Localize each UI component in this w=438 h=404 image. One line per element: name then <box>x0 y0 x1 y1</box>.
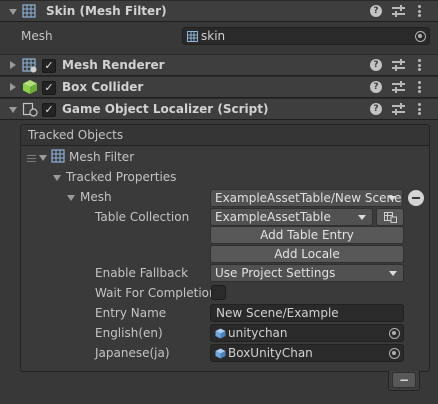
list-header: Tracked Objects <box>21 125 429 146</box>
object-picker-icon[interactable] <box>389 328 400 339</box>
mesh-object-field[interactable]: skin <box>182 27 430 45</box>
enabled-checkbox[interactable]: ✓ <box>42 59 56 73</box>
table-collection-value: ExampleAssetTable <box>215 210 331 224</box>
foldout-expanded-icon[interactable] <box>39 155 47 161</box>
drag-handle-icon[interactable] <box>27 155 36 162</box>
object-picker-icon[interactable] <box>415 31 426 42</box>
component-title: Game Object Localizer (Script) <box>62 102 269 116</box>
tracked-properties-label: Tracked Properties <box>66 170 177 184</box>
help-icon[interactable]: ? <box>370 5 382 17</box>
mesh-filter-header[interactable]: Skin (Mesh Filter) ? <box>0 0 438 22</box>
wait-for-completion-label: Wait For Completion <box>95 286 217 300</box>
foldout-collapsed-icon[interactable] <box>10 83 16 91</box>
box-collider-icon <box>23 80 37 94</box>
add-table-entry-button[interactable]: Add Table Entry <box>210 226 404 244</box>
enable-fallback-value: Use Project Settings <box>215 266 336 280</box>
header-icons: ? <box>370 81 428 95</box>
table-collection-label: Table Collection <box>95 210 190 224</box>
header-icons: ? <box>370 103 428 117</box>
mesh-filter-icon <box>22 4 36 18</box>
foldout-expanded-icon[interactable] <box>67 195 75 201</box>
english-asset-field[interactable]: unitychan <box>210 324 404 342</box>
enable-fallback-popup[interactable]: Use Project Settings <box>210 264 404 282</box>
mesh-value: skin <box>201 29 226 43</box>
prefab-cube-icon <box>215 328 226 339</box>
header-icons: ? <box>370 59 428 73</box>
remove-button[interactable] <box>408 190 424 206</box>
dropdown-arrow-icon <box>388 196 396 201</box>
list-footer: − <box>388 371 420 391</box>
mesh-property-label: Mesh <box>80 190 112 204</box>
enabled-checkbox[interactable]: ✓ <box>42 103 56 117</box>
box-collider-header[interactable]: ✓ Box Collider ? <box>0 76 438 98</box>
japanese-asset-value: BoxUnityChan <box>228 346 313 360</box>
localizer-header[interactable]: ✓ Game Object Localizer (Script) ? <box>0 98 438 120</box>
dropdown-arrow-icon <box>389 271 397 276</box>
prefab-cube-icon <box>215 348 226 359</box>
context-menu-icon[interactable] <box>418 81 421 93</box>
help-icon[interactable]: ? <box>370 103 382 115</box>
object-picker-icon[interactable] <box>389 348 400 359</box>
mesh-asset-popup[interactable]: ExampleAssetTable/New Scene <box>210 189 403 207</box>
japanese-asset-field[interactable]: BoxUnityChan <box>210 344 404 362</box>
help-icon[interactable]: ? <box>370 81 382 93</box>
english-label: English(en) <box>95 326 163 340</box>
context-menu-icon[interactable] <box>418 103 421 115</box>
english-asset-value: unitychan <box>228 326 288 340</box>
presets-icon[interactable] <box>392 103 405 115</box>
foldout-expanded-icon[interactable] <box>53 175 61 181</box>
enabled-checkbox[interactable]: ✓ <box>42 81 56 95</box>
add-locale-button[interactable]: Add Locale <box>210 245 404 263</box>
context-menu-icon[interactable] <box>418 5 421 17</box>
table-editor-icon <box>384 212 397 223</box>
presets-icon[interactable] <box>392 81 405 93</box>
open-table-editor-button[interactable] <box>376 208 404 226</box>
component-title: Box Collider <box>62 80 144 94</box>
presets-icon[interactable] <box>392 59 405 71</box>
wait-for-completion-checkbox[interactable] <box>211 285 226 300</box>
foldout-expanded-icon[interactable] <box>9 9 17 15</box>
mesh-filter-icon <box>51 149 65 163</box>
foldout-expanded-icon[interactable] <box>9 107 17 113</box>
entry-name-label: Entry Name <box>95 306 167 320</box>
presets-icon[interactable] <box>392 5 405 17</box>
mesh-label: Mesh <box>21 29 53 43</box>
context-menu-icon[interactable] <box>418 59 421 71</box>
component-title: Skin (Mesh Filter) <box>46 4 167 18</box>
mesh-filter-label: Mesh Filter <box>69 150 135 164</box>
mesh-renderer-icon <box>22 58 37 73</box>
entry-name-input[interactable]: New Scene/Example <box>210 304 404 322</box>
foldout-collapsed-icon[interactable] <box>10 61 16 69</box>
table-collection-popup[interactable]: ExampleAssetTable <box>210 208 373 226</box>
header-icons: ? <box>370 5 428 19</box>
mesh-icon <box>187 31 198 42</box>
enable-fallback-label: Enable Fallback <box>95 266 189 280</box>
mesh-renderer-header[interactable]: ✓ Mesh Renderer ? <box>0 54 438 76</box>
minus-icon <box>412 197 420 199</box>
japanese-label: Japanese(ja) <box>95 346 170 360</box>
component-title: Mesh Renderer <box>62 58 165 72</box>
script-icon <box>22 102 38 117</box>
help-icon[interactable]: ? <box>370 59 382 71</box>
dropdown-arrow-icon <box>358 215 366 220</box>
mesh-asset-value: ExampleAssetTable/New Scene <box>215 191 402 205</box>
tracked-objects-label: Tracked Objects <box>28 128 124 142</box>
remove-element-button[interactable]: − <box>392 372 416 388</box>
